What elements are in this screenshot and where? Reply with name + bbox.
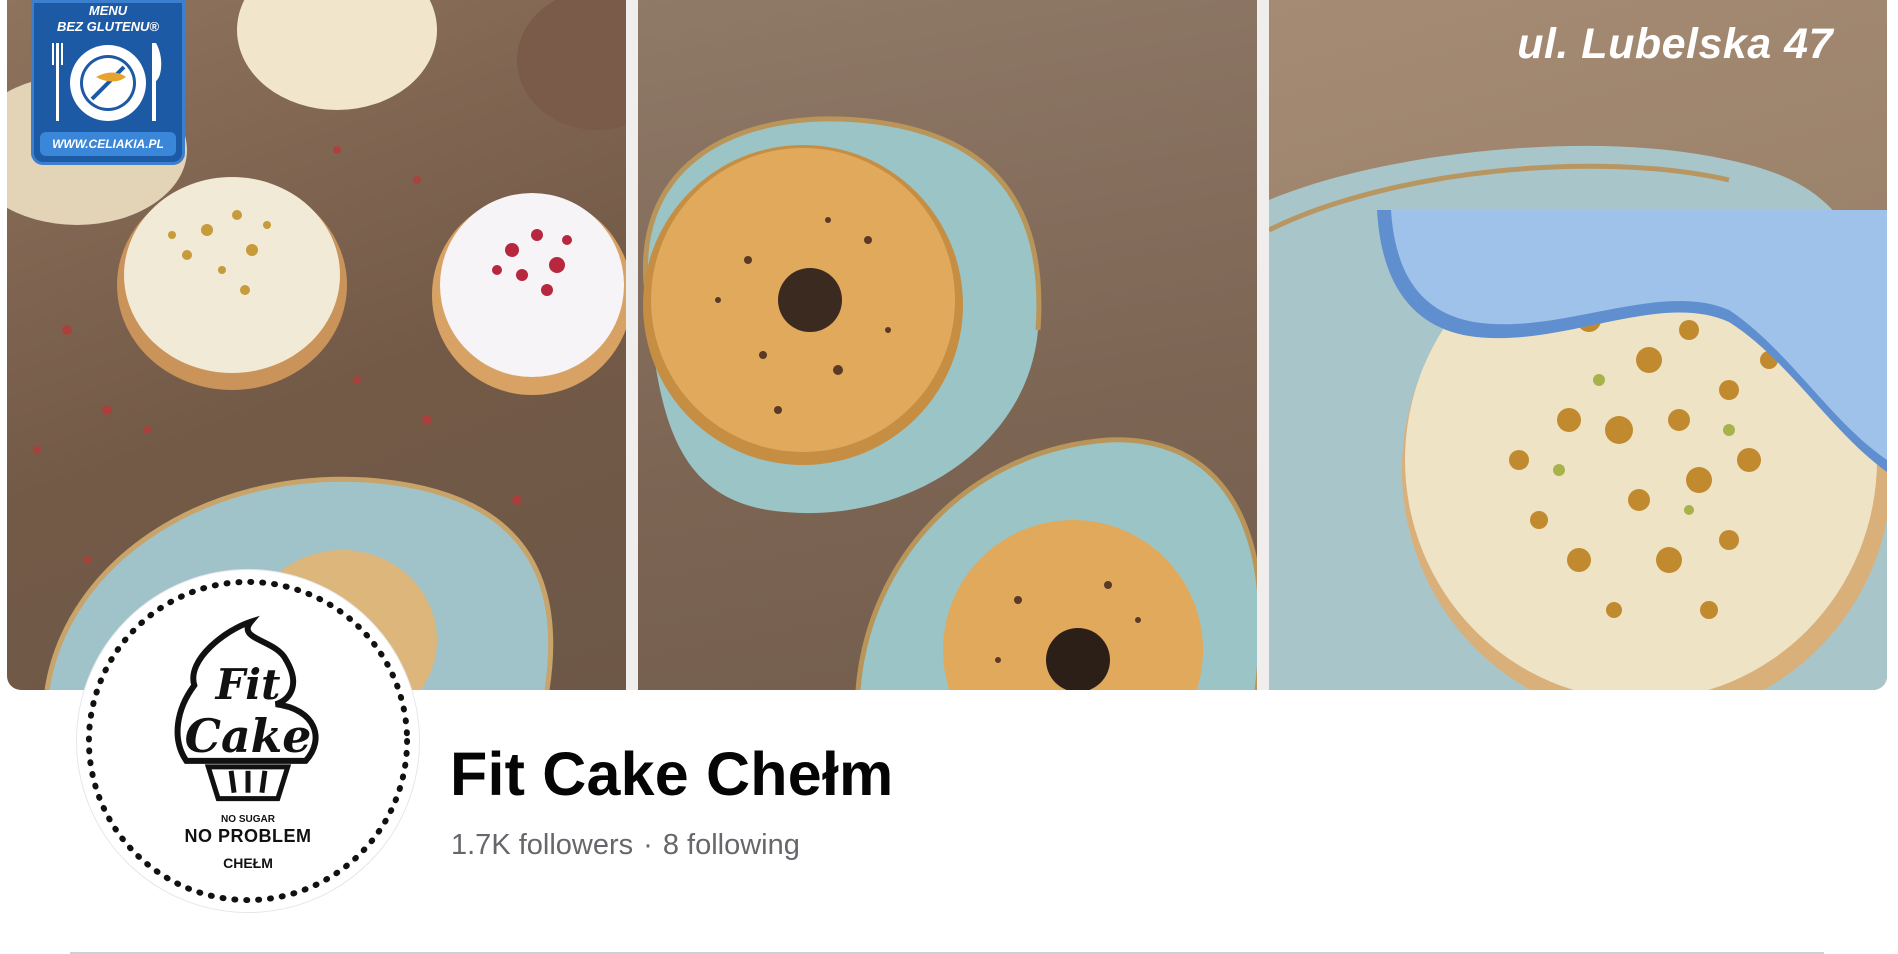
address-text: ul. Lubelska 47 — [1517, 20, 1833, 68]
cover-panel-ring-donuts — [638, 0, 1257, 690]
gluten-free-icon — [52, 43, 162, 121]
logo-tagline-sub: NO SUGAR — [221, 814, 275, 825]
address-banner — [1377, 210, 1887, 472]
following-link[interactable]: 8 following — [663, 829, 800, 861]
badge-line-menu: MENU — [88, 3, 128, 18]
gluten-free-badge-title: MENU BEZ GLUTENU® — [34, 3, 182, 35]
page-title: Fit Cake Chełm — [450, 740, 894, 808]
badge-line-gluten: BEZ GLUTENU® — [56, 19, 160, 34]
profile-avatar[interactable]: Fit Cake NO SUGAR NO PROBLEM CHEŁM — [76, 569, 420, 913]
ring-donuts-illustration — [643, 116, 1257, 690]
followers-link[interactable]: 1.7K followers — [451, 829, 633, 861]
logo-word-fit: Fit — [215, 660, 281, 709]
gluten-free-badge: MENU BEZ GLUTENU® WWW.CELIAKIA.PL — [31, 0, 185, 165]
logo-tagline-main: NO PROBLEM — [184, 826, 312, 846]
cover-panel-pistachio-donut: ul. Lubelska 47 — [1269, 0, 1887, 690]
follow-stats: 1.7K followers · 8 following — [451, 829, 800, 862]
logo-city: CHEŁM — [223, 855, 273, 871]
celiakia-url: WWW.CELIAKIA.PL — [40, 132, 176, 156]
logo-word-cake: Cake — [185, 709, 312, 763]
stats-separator: · — [643, 829, 653, 861]
